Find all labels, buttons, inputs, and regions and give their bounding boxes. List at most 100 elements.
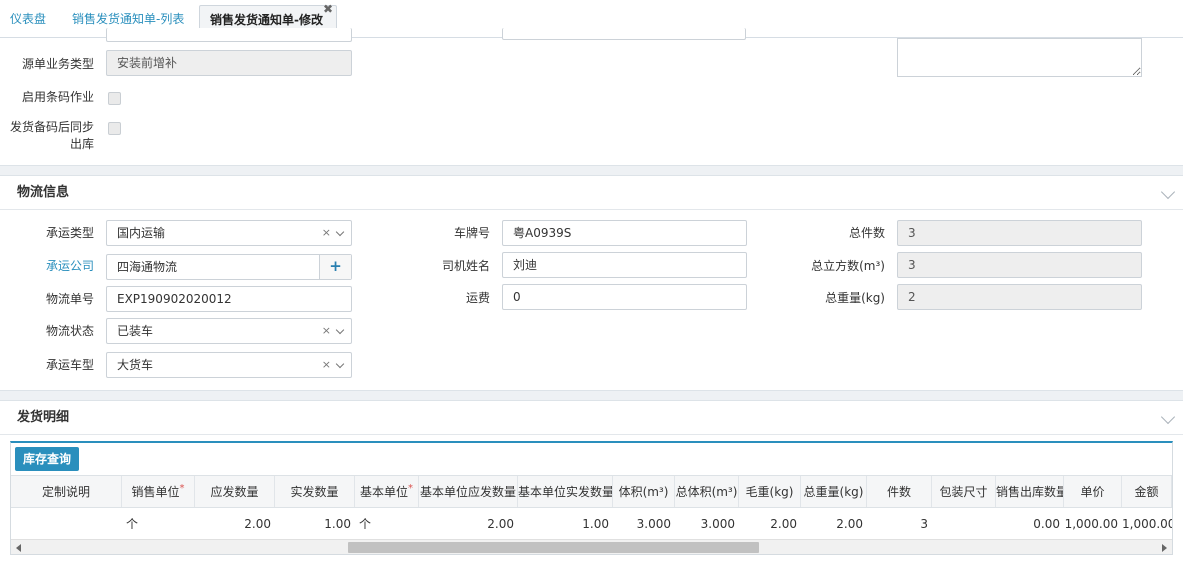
- column-header[interactable]: 应发数量: [195, 476, 275, 507]
- column-header[interactable]: 体积(m³): [613, 476, 675, 507]
- vehicle-type-label: 承运车型: [45, 358, 94, 372]
- table-cell[interactable]: 3.000: [675, 509, 739, 539]
- carrier-company-field[interactable]: 四海通物流 +: [106, 254, 352, 280]
- basic-info-panel: 源单业务类型 安装前增补 启用条码作业 发货备码后同步 出库: [0, 28, 1183, 166]
- column-header[interactable]: 件数: [867, 476, 932, 507]
- clear-icon[interactable]: ×: [322, 221, 331, 245]
- column-header-label: 件数: [886, 485, 911, 499]
- details-title: 发货明细: [17, 410, 70, 425]
- column-header[interactable]: 总重量(kg): [801, 476, 867, 507]
- table-cell[interactable]: [11, 509, 122, 539]
- total-pieces-field: 3: [897, 220, 1142, 246]
- carrier-company-label[interactable]: 承运公司: [0, 258, 94, 274]
- chevron-down-icon[interactable]: [335, 227, 345, 237]
- column-header-label: 总重量(kg): [803, 485, 864, 499]
- freight-input[interactable]: 0: [502, 284, 747, 310]
- scroll-right-icon[interactable]: [1162, 544, 1167, 552]
- logistics-title: 物流信息: [17, 185, 70, 200]
- carrier-type-value: 国内运输: [117, 226, 166, 240]
- tracking-no-input[interactable]: EXP190902020012: [106, 286, 352, 312]
- scroll-left-icon[interactable]: [16, 544, 21, 552]
- table-cell[interactable]: 2.00: [419, 509, 518, 539]
- table-row[interactable]: 个 2.00 1.00 个 2.00 1.00 3.000 3.000 2.00 2.00 3 0.0…: [11, 509, 1172, 539]
- close-icon[interactable]: ✖: [323, 2, 333, 16]
- column-header-label: 基本单位: [359, 485, 408, 499]
- plate-no-input[interactable]: 粤A0939S: [502, 220, 747, 246]
- table-cell[interactable]: 1,000.00: [1122, 509, 1172, 539]
- logistics-status-label: 物流状态: [45, 324, 94, 338]
- column-header-label: 定制说明: [41, 485, 90, 499]
- chevron-down-icon[interactable]: [1160, 184, 1176, 200]
- table-cell[interactable]: 2.00: [739, 509, 801, 539]
- column-header-label: 毛重(kg): [745, 485, 794, 499]
- table-cell[interactable]: 个: [355, 509, 419, 539]
- enable-barcode-checkbox[interactable]: [108, 92, 121, 105]
- column-header[interactable]: 销售出库数量: [996, 476, 1064, 507]
- driver-name-label: 司机姓名: [441, 259, 490, 273]
- total-volume-label: 总立方数(m³): [811, 259, 885, 273]
- column-header[interactable]: 毛重(kg): [739, 476, 801, 507]
- column-header[interactable]: 金额: [1122, 476, 1172, 507]
- total-weight-field: 2: [897, 284, 1142, 310]
- sync-outbound-checkbox[interactable]: [108, 122, 121, 135]
- table-cell[interactable]: 2.00: [801, 509, 867, 539]
- scrollbar-thumb[interactable]: [348, 542, 759, 553]
- column-header-label: 基本单位实发数量: [518, 485, 613, 499]
- column-header-label: 应发数量: [210, 485, 259, 499]
- chevron-down-icon[interactable]: [1160, 409, 1176, 425]
- details-grid: 库存查询 定制说明 销售单位* 应发数量 实发数量 基本单位* 基本单位应发数量 基本单位实…: [10, 441, 1173, 555]
- plate-no-label: 车牌号: [453, 226, 490, 240]
- table-cell[interactable]: 个: [122, 509, 195, 539]
- column-header[interactable]: 基本单位应发数量: [419, 476, 518, 507]
- logistics-header[interactable]: 物流信息: [0, 176, 1183, 210]
- sync-outbound-label: 发货备码后同步: [9, 120, 94, 134]
- chevron-down-icon[interactable]: [335, 359, 345, 369]
- remark-textarea[interactable]: [897, 38, 1142, 77]
- column-header[interactable]: 基本单位*: [355, 476, 419, 507]
- driver-name-input[interactable]: 刘迪: [502, 252, 747, 278]
- column-header[interactable]: 包装尺寸: [932, 476, 996, 507]
- details-header[interactable]: 发货明细: [0, 401, 1183, 435]
- column-header[interactable]: 总体积(m³): [675, 476, 739, 507]
- column-header-label: 包装尺寸: [939, 485, 988, 499]
- column-header-label: 销售出库数量: [996, 485, 1064, 499]
- enable-barcode-label: 启用条码作业: [21, 90, 94, 104]
- logistics-status-value: 已装车: [117, 324, 154, 338]
- add-carrier-button[interactable]: +: [319, 255, 351, 279]
- total-volume-field: 3: [897, 252, 1142, 278]
- column-header[interactable]: 单价: [1064, 476, 1122, 507]
- column-header[interactable]: 定制说明: [11, 476, 122, 507]
- table-cell[interactable]: 0.00: [996, 509, 1064, 539]
- table-cell[interactable]: [932, 509, 996, 539]
- stock-query-button[interactable]: 库存查询: [15, 447, 80, 471]
- table-cell[interactable]: 3.000: [613, 509, 675, 539]
- clear-icon[interactable]: ×: [322, 353, 331, 377]
- clear-icon[interactable]: ×: [322, 319, 331, 343]
- chevron-down-icon[interactable]: [335, 325, 345, 335]
- freight-label: 运费: [465, 291, 490, 305]
- column-header-label: 实发数量: [290, 485, 339, 499]
- column-header[interactable]: 销售单位*: [122, 476, 195, 507]
- column-header-label: 金额: [1134, 485, 1159, 499]
- sync-outbound-label-2: 出库: [69, 137, 94, 151]
- column-header[interactable]: 实发数量: [275, 476, 355, 507]
- column-header-label: 基本单位应发数量: [419, 485, 516, 499]
- table-cell[interactable]: 2.00: [195, 509, 275, 539]
- total-pieces-label: 总件数: [848, 226, 885, 240]
- carrier-type-select[interactable]: 国内运输 ×: [106, 220, 352, 246]
- tracking-no-label: 物流单号: [45, 292, 94, 306]
- table-cell[interactable]: 1,000.00: [1064, 509, 1122, 539]
- column-header-label: 体积(m³): [618, 485, 669, 499]
- vehicle-type-value: 大货车: [117, 358, 154, 372]
- source-biz-type-label: 源单业务类型: [21, 57, 94, 71]
- vehicle-type-select[interactable]: 大货车 ×: [106, 352, 352, 378]
- table-cell[interactable]: 1.00: [518, 509, 613, 539]
- logistics-status-select[interactable]: 已装车 ×: [106, 318, 352, 344]
- table-cell[interactable]: 3: [867, 509, 932, 539]
- carrier-company-value: 四海通物流: [117, 260, 178, 274]
- carrier-type-label: 承运类型: [45, 226, 94, 240]
- horizontal-scrollbar[interactable]: [11, 539, 1172, 554]
- tab-dashboard[interactable]: 仪表盘: [0, 6, 56, 38]
- column-header[interactable]: 基本单位实发数量: [518, 476, 613, 507]
- table-cell[interactable]: 1.00: [275, 509, 355, 539]
